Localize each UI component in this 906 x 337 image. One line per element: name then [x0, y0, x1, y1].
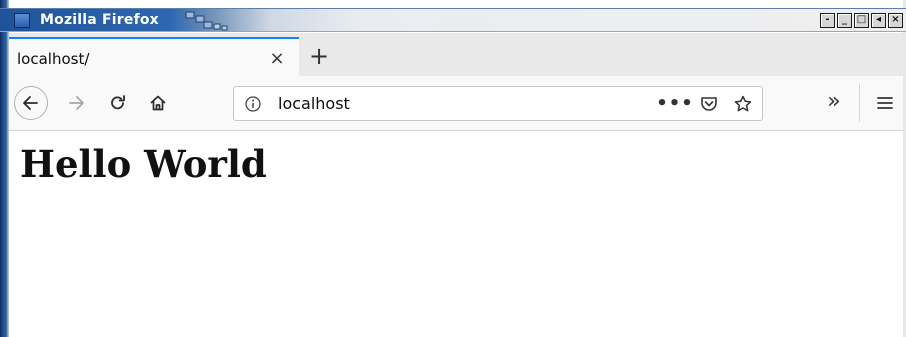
window-restore-button[interactable]: _ [837, 13, 852, 28]
pocket-button[interactable] [696, 91, 722, 117]
new-tab-button[interactable]: + [305, 43, 333, 71]
window-title: Mozilla Firefox [40, 12, 159, 28]
window-menu-icon[interactable] [14, 13, 30, 28]
back-button[interactable] [14, 86, 48, 120]
page-content: Hello World [9, 132, 903, 337]
tab-strip: localhost/ × + [9, 33, 903, 76]
bookmark-star-icon [734, 95, 752, 112]
window-minimize-button[interactable]: - [820, 13, 835, 28]
navigation-toolbar: localhost ••• » [9, 76, 903, 131]
forward-button[interactable] [59, 86, 93, 120]
tab-title: localhost/ [17, 50, 90, 68]
window-controls: - _ □ ◂ × [820, 13, 903, 28]
window-close-button[interactable]: × [888, 13, 903, 28]
toolbar-overflow-button[interactable]: » [817, 86, 851, 120]
toolbar-separator [859, 84, 860, 122]
more-dots-icon: ••• [656, 93, 694, 114]
reload-button[interactable] [101, 86, 135, 120]
network-icon [185, 11, 228, 31]
url-text[interactable]: localhost [278, 94, 350, 113]
url-bar[interactable]: localhost ••• [233, 86, 763, 121]
page-actions: ••• [656, 91, 756, 117]
forward-icon [69, 96, 84, 110]
info-icon[interactable] [244, 95, 262, 113]
tab-localhost[interactable]: localhost/ × [9, 37, 299, 76]
reload-icon [111, 95, 125, 110]
tab-close-button[interactable]: × [265, 47, 289, 71]
window-titlebar[interactable]: Mozilla Firefox - _ □ ◂ × [0, 8, 906, 32]
pocket-icon [701, 97, 717, 111]
window-shade-button[interactable]: ◂ [871, 13, 886, 28]
window-left-border [0, 0, 9, 337]
bookmark-button[interactable] [730, 91, 756, 117]
window-maximize-button[interactable]: □ [854, 13, 869, 28]
hamburger-menu-icon [877, 97, 893, 109]
page-actions-button[interactable]: ••• [656, 91, 693, 117]
home-button[interactable] [141, 86, 175, 120]
home-icon [150, 95, 166, 111]
page-heading: Hello World [20, 142, 267, 186]
open-menu-button[interactable] [869, 86, 901, 120]
back-icon [23, 96, 38, 110]
